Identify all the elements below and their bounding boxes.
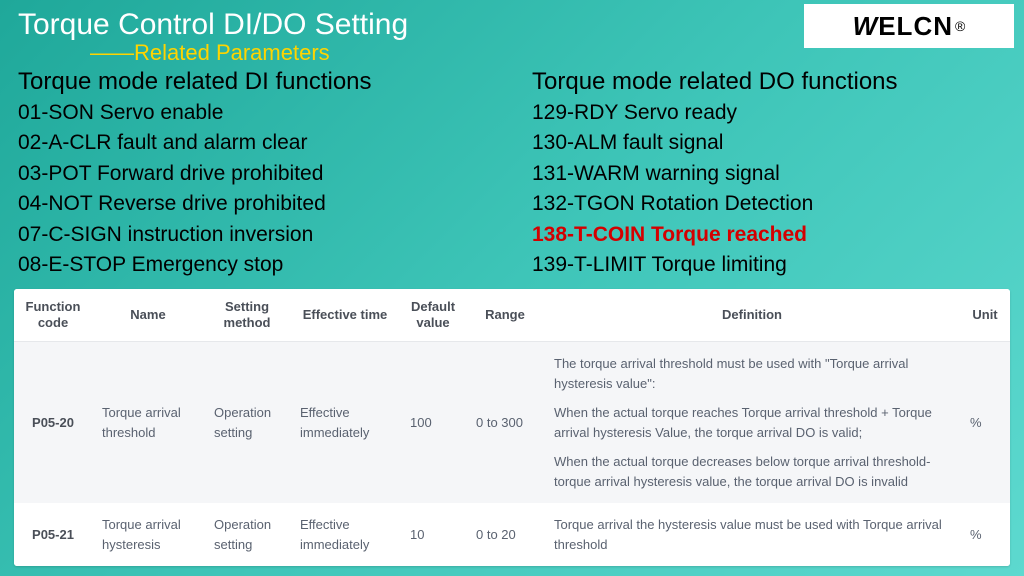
cell-default: 100 <box>400 342 466 504</box>
definition-paragraph: When the actual torque reaches Torque ar… <box>554 403 950 442</box>
do-item: 139-T-LIMIT Torque limiting <box>532 250 1006 280</box>
do-item: 130-ALM fault signal <box>532 128 1006 158</box>
params-table: Function codeNameSetting methodEffective… <box>14 289 1010 567</box>
di-column: Torque mode related DI functions 01-SON … <box>18 68 492 281</box>
definition-paragraph: When the actual torque decreases below t… <box>554 452 950 491</box>
logo-text: ELCN <box>878 11 953 42</box>
definition-paragraph: The torque arrival threshold must be use… <box>554 354 950 393</box>
cell-unit: % <box>960 503 1010 566</box>
cell-effective: Effective immediately <box>290 503 400 566</box>
col-header: Default value <box>400 289 466 342</box>
do-column: Torque mode related DO functions 129-RDY… <box>532 68 1006 281</box>
table-row: P05-21Torque arrival hysteresisOperation… <box>14 503 1010 566</box>
do-item: 129-RDY Servo ready <box>532 98 1006 128</box>
col-header: Definition <box>544 289 960 342</box>
do-item: 138-T-COIN Torque reached <box>532 220 1006 250</box>
col-header: Range <box>466 289 544 342</box>
cell-range: 0 to 300 <box>466 342 544 504</box>
col-header: Function code <box>14 289 92 342</box>
di-item: 07-C-SIGN instruction inversion <box>18 220 492 250</box>
cell-range: 0 to 20 <box>466 503 544 566</box>
params-table-wrap: Function codeNameSetting methodEffective… <box>14 289 1010 567</box>
do-item: 131-WARM warning signal <box>532 159 1006 189</box>
do-heading: Torque mode related DO functions <box>532 68 1006 96</box>
col-header: Unit <box>960 289 1010 342</box>
definition-paragraph: Torque arrival the hysteresis value must… <box>554 515 950 554</box>
cell-setting: Operation setting <box>204 342 290 504</box>
logo-reg: ® <box>955 18 965 34</box>
di-heading: Torque mode related DI functions <box>18 68 492 96</box>
cell-unit: % <box>960 342 1010 504</box>
cell-name: Torque arrival hysteresis <box>92 503 204 566</box>
brand-logo: WELCN® <box>804 4 1014 48</box>
do-item: 132-TGON Rotation Detection <box>532 189 1006 219</box>
table-row: P05-20Torque arrival thresholdOperation … <box>14 342 1010 504</box>
cell-definition: The torque arrival threshold must be use… <box>544 342 960 504</box>
di-item: 02-A-CLR fault and alarm clear <box>18 128 492 158</box>
cell-effective: Effective immediately <box>290 342 400 504</box>
di-item: 04-NOT Reverse drive prohibited <box>18 189 492 219</box>
cell-function-code: P05-21 <box>14 503 92 566</box>
di-item: 01-SON Servo enable <box>18 98 492 128</box>
di-item: 03-POT Forward drive prohibited <box>18 159 492 189</box>
cell-setting: Operation setting <box>204 503 290 566</box>
di-item: 08-E-STOP Emergency stop <box>18 250 492 280</box>
col-header: Effective time <box>290 289 400 342</box>
cell-default: 10 <box>400 503 466 566</box>
cell-name: Torque arrival threshold <box>92 342 204 504</box>
cell-definition: Torque arrival the hysteresis value must… <box>544 503 960 566</box>
col-header: Name <box>92 289 204 342</box>
col-header: Setting method <box>204 289 290 342</box>
logo-mark: W <box>853 11 877 42</box>
table-header-row: Function codeNameSetting methodEffective… <box>14 289 1010 342</box>
cell-function-code: P05-20 <box>14 342 92 504</box>
function-columns: Torque mode related DI functions 01-SON … <box>0 66 1024 281</box>
